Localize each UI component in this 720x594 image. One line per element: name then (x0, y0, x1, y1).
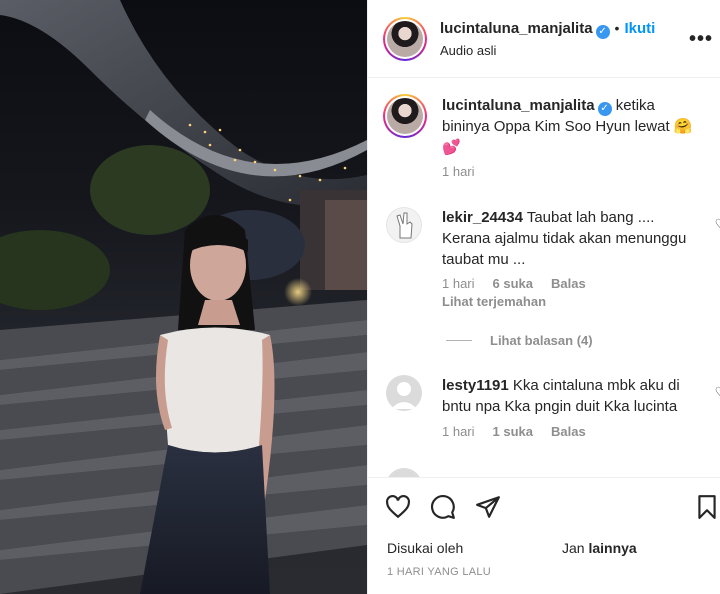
comment-age: 1 hari (442, 276, 475, 291)
liked-by-prefix: Disukai oleh (387, 540, 464, 556)
author-avatar[interactable] (383, 17, 427, 61)
comment-bubble-icon[interactable] (430, 494, 456, 520)
default-avatar-icon (391, 382, 417, 409)
comment-age: 1 hari (442, 424, 475, 439)
follow-button[interactable]: Ikuti (624, 20, 655, 37)
save-bookmark-icon[interactable] (694, 494, 720, 520)
post-photo (0, 0, 367, 594)
liked-by-user[interactable]: Jan (562, 540, 585, 556)
comment-like-count[interactable]: 6 suka (493, 276, 533, 291)
view-replies-label: Lihat balasan (4) (490, 333, 593, 348)
verified-badge-icon: ✓ (597, 102, 612, 116)
likes-summary: Disukai oleh Jan lainnya (387, 540, 637, 556)
audio-label[interactable]: Audio asli (440, 43, 496, 58)
author-row: lucintaluna_manjalita ✓ • Ikuti (440, 20, 655, 39)
separator-dot: • (614, 20, 620, 36)
caption-age: 1 hari (442, 164, 475, 179)
replies-divider-line (446, 340, 472, 341)
verified-badge-icon: ✓ (595, 25, 610, 39)
author-username[interactable]: lucintaluna_manjalita (440, 20, 593, 37)
comment-like-count[interactable]: 1 suka (493, 424, 533, 439)
peace-hand-icon (396, 212, 413, 239)
comment-username[interactable]: lekir_24434 (442, 209, 523, 226)
caption-text-block: lucintaluna_manjalita ✓ ketika bininya Op… (442, 95, 704, 158)
comments-list[interactable]: lucintaluna_manjalita ✓ ketika bininya Op… (368, 79, 720, 477)
view-replies-button[interactable]: Lihat balasan (4) (446, 333, 593, 348)
comment-meta: 1 hari 1 suka Balas (442, 424, 586, 439)
commenter-avatar[interactable] (386, 375, 422, 411)
post-header: lucintaluna_manjalita ✓ • Ikuti Audio asli … (368, 0, 720, 78)
comment-text-block: lekir_24434 Taubat lah bang .... Kerana … (442, 207, 704, 270)
comment-meta: 1 hari 6 suka Balas (442, 276, 586, 291)
comment-like-heart-icon[interactable]: ♡ (714, 384, 720, 401)
post-timestamp[interactable]: 1 HARI YANG LALU (387, 566, 491, 578)
more-horizontal-icon[interactable]: ••• (689, 28, 713, 51)
comment-reply-button[interactable]: Balas (551, 424, 586, 439)
liked-by-names[interactable]: Jan lainnya (562, 540, 637, 556)
caption-username[interactable]: lucintaluna_manjalita (442, 97, 595, 114)
commenter-avatar[interactable] (386, 207, 422, 243)
commenter-avatar[interactable] (386, 468, 422, 477)
translate-link[interactable]: Lihat terjemahan (442, 294, 546, 309)
share-send-icon[interactable] (475, 494, 501, 520)
post-side-panel: lucintaluna_manjalita ✓ • Ikuti Audio asli … (367, 0, 720, 594)
comment-text-block: lesty1191 Kka cintaluna mbk aku di bntu … (442, 375, 704, 417)
liked-by-others[interactable]: lainnya (588, 540, 636, 556)
comment-reply-button[interactable]: Balas (551, 276, 586, 291)
like-heart-icon[interactable] (385, 494, 411, 520)
comment-like-heart-icon[interactable]: ♡ (714, 216, 720, 233)
post-media[interactable] (0, 0, 367, 594)
comment-username[interactable]: lesty1191 (442, 377, 509, 394)
caption-avatar[interactable] (383, 94, 427, 138)
